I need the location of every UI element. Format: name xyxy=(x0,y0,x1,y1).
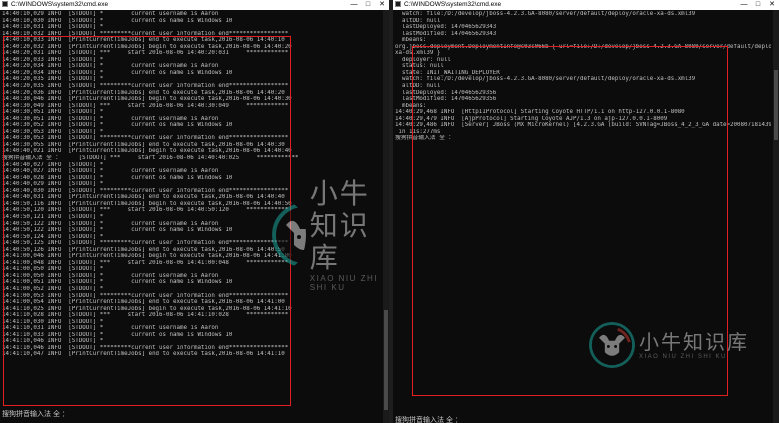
right-title-bar[interactable]: C:\WINDOWS\system32\cmd.exe — □ ✕ xyxy=(393,0,779,10)
minimize-icon[interactable]: — xyxy=(737,0,751,10)
left-console-line: 14:41:10,047 INFO [PrintCurrentTimeJobs]… xyxy=(2,351,285,358)
right-scrollbar-thumb[interactable] xyxy=(774,70,778,140)
left-window-title: C:\WINDOWS\system32\cmd.exe xyxy=(11,1,109,8)
minimize-icon[interactable]: — xyxy=(347,0,361,10)
left-title-bar[interactable]: C:\WINDOWS\system32\cmd.exe — □ ✕ xyxy=(0,0,389,10)
right-console-line: 14:40:29,486 INFO [Server] JBoss (MX Mic… xyxy=(395,122,771,129)
left-scrollbar-thumb[interactable] xyxy=(384,310,388,410)
cmd-app-icon xyxy=(395,1,401,8)
close-icon[interactable]: ✕ xyxy=(375,0,389,10)
right-console-line: org.jboss.deployment.DeploymentInfo@c03c… xyxy=(395,43,771,50)
left-window-controls: — □ ✕ xyxy=(347,0,389,10)
cmd-app-icon xyxy=(2,1,8,8)
close-icon[interactable]: ✕ xyxy=(765,0,779,10)
maximize-icon[interactable]: □ xyxy=(361,0,375,10)
right-window-title: C:\WINDOWS\system32\cmd.exe xyxy=(404,1,502,8)
right-console-window[interactable]: C:\WINDOWS\system32\cmd.exe — □ ✕ watch: f… xyxy=(393,0,779,423)
maximize-icon[interactable]: □ xyxy=(751,0,765,10)
left-console-output[interactable]: 14:40:10,029 INFO [STDOUT] * current use… xyxy=(0,10,383,423)
right-console-line: 搜狗拼音输入法 全 ： xyxy=(395,135,455,142)
right-console-output[interactable]: watch: file:/D:/develop/jboss-4.2.3.GA-8… xyxy=(393,10,773,423)
right-window-controls: — □ ✕ xyxy=(737,0,779,10)
right-ime-prompt: 搜狗拼音输入法 全 ： xyxy=(395,417,462,423)
left-ime-prompt: 搜狗拼音输入法 全 ： xyxy=(2,411,69,418)
left-console-window[interactable]: C:\WINDOWS\system32\cmd.exe — □ ✕ 14:40:10… xyxy=(0,0,389,423)
right-scrollbar[interactable] xyxy=(773,10,779,423)
